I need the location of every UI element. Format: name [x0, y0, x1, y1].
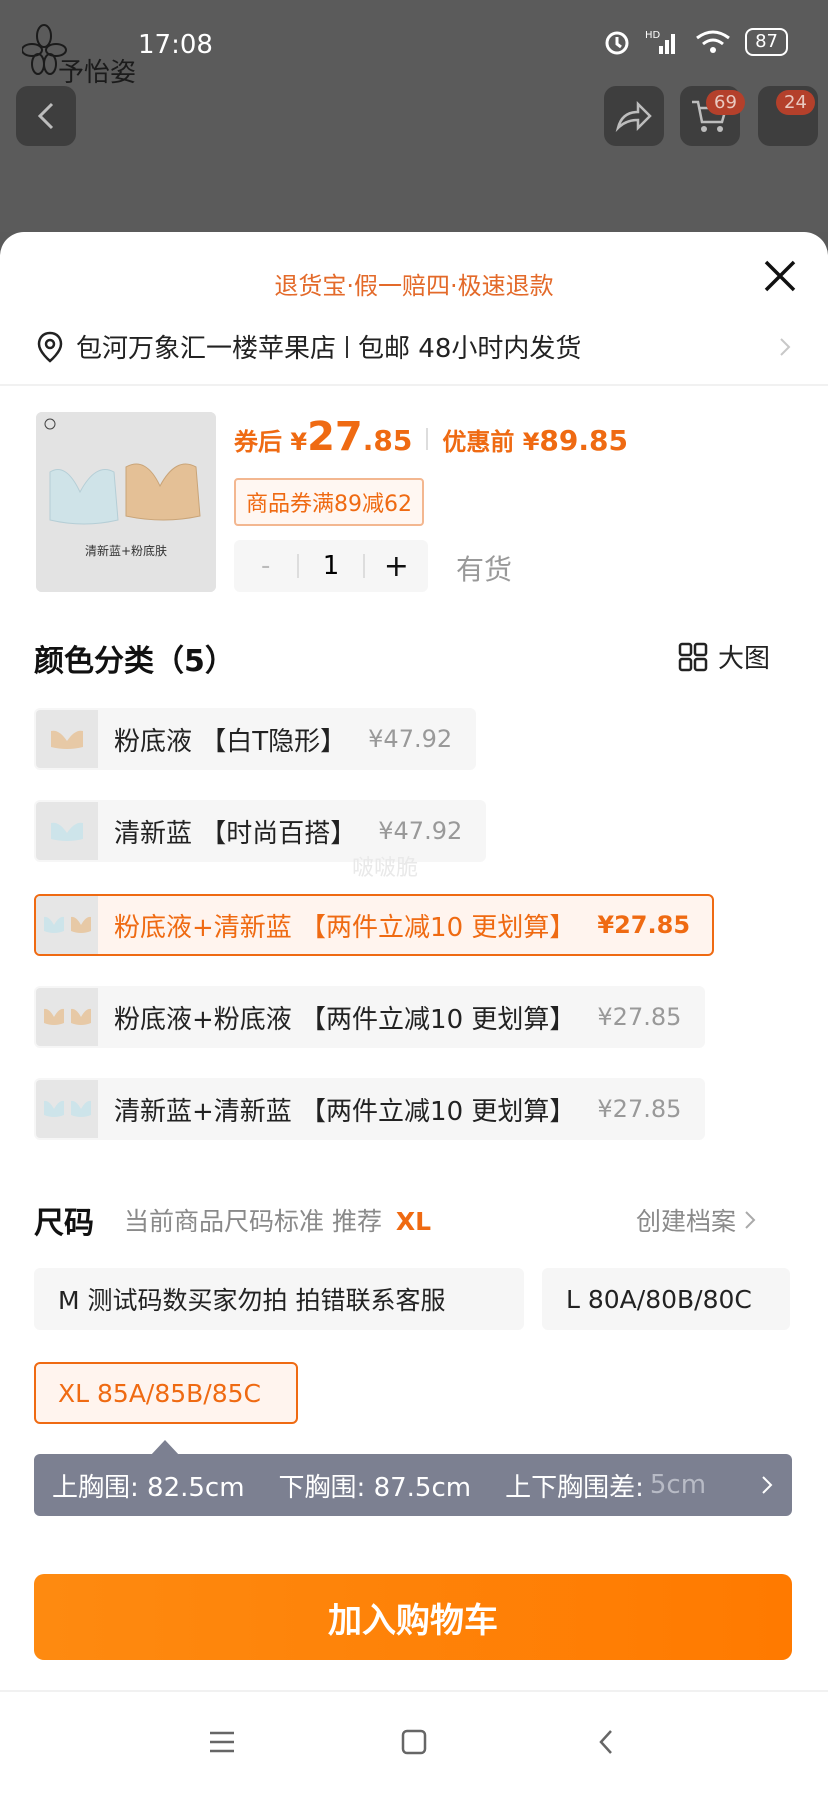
signal-icon: HD [645, 30, 676, 54]
svg-text:HD: HD [645, 30, 661, 41]
color-swatch-image [36, 988, 98, 1046]
under-bust-measure: 下胸围: 87.5cm [278, 1472, 472, 1503]
bra-thumbnail-icon [70, 916, 91, 933]
watermark-text: 啵啵脆 [352, 856, 419, 881]
upper-bust-measure: 上胸围: 82.5cm [52, 1472, 245, 1503]
alarm-icon [605, 31, 629, 55]
color-option-price: ¥27.85 [597, 1003, 682, 1031]
close-icon [764, 260, 796, 292]
address-separator [346, 335, 349, 358]
bra-thumbnail-icon [70, 1008, 91, 1025]
bra-thumbnail-icon [51, 822, 83, 841]
product-image [36, 412, 216, 592]
size-option-selected[interactable]: XL 85A/85B/85C [34, 1362, 298, 1424]
battery-indicator: 87 [745, 28, 788, 56]
status-time: 17:08 [138, 30, 213, 60]
after-coupon-price-int: 27 [307, 414, 363, 460]
share-icon [615, 100, 652, 132]
color-option-selected[interactable]: 粉底液+清新蓝 【两件立减10 更划算】 ¥27.85 [34, 894, 715, 956]
bra-thumbnail-icon [43, 1100, 64, 1117]
brand-name: 予怡姿 [58, 58, 137, 88]
price-row: 券后 ¥ 27 .85 优惠前 ¥ 89.85 [234, 414, 628, 460]
menu-icon[interactable] [208, 1730, 236, 1754]
big-image-toggle[interactable]: 大图 [678, 638, 770, 675]
bust-difference-value: 5cm [649, 1470, 707, 1500]
color-option[interactable]: 清新蓝+清新蓝 【两件立减10 更划算】 ¥27.85 [34, 1078, 706, 1140]
color-swatch-image [36, 802, 98, 860]
color-swatch-image [36, 1080, 98, 1138]
stock-status: 有货 [456, 553, 513, 586]
shipping-text: 包邮 48小时内发货 [358, 334, 582, 364]
location-pin-icon [37, 331, 63, 363]
big-image-label: 大图 [718, 644, 771, 674]
cart-count-badge: 69 [706, 90, 745, 115]
product-thumbnail[interactable]: 清新蓝+粉底肤 [36, 412, 216, 592]
back-icon[interactable] [596, 1728, 616, 1756]
chevron-right-icon [780, 337, 791, 356]
quantity-increase-button[interactable]: + [365, 549, 428, 584]
service-banner: 退货宝·假一赔四·极速退款 [274, 272, 554, 300]
add-to-cart-button[interactable]: 加入购物车 [34, 1574, 792, 1660]
bra-thumbnail-icon [70, 1100, 91, 1117]
quantity-value[interactable]: 1 [299, 551, 362, 581]
color-option-price: ¥47.92 [378, 817, 463, 845]
size-option[interactable]: M 测试码数买家勿拍 拍错联系客服 [34, 1268, 524, 1330]
color-option-price: ¥47.92 [368, 725, 453, 753]
chevron-left-icon [37, 102, 54, 130]
home-icon[interactable] [400, 1728, 428, 1756]
before-discount-price: 89.85 [539, 424, 628, 457]
size-hint-text: 当前商品尺码标准 推荐 [124, 1207, 382, 1236]
thumbnail-caption: 清新蓝+粉底肤 [84, 544, 168, 558]
color-swatch-image [36, 710, 98, 768]
share-button[interactable] [604, 86, 664, 146]
color-section-title: 颜色分类（5） [34, 644, 235, 679]
quantity-decrease-button[interactable]: - [234, 551, 297, 581]
back-button[interactable] [16, 86, 76, 146]
quantity-stepper: - 1 + [234, 540, 428, 592]
system-nav-bar [0, 1690, 828, 1796]
create-profile-link[interactable]: 创建档案 [636, 1202, 756, 1238]
price-separator [426, 428, 429, 450]
address-text: 包河万象汇一楼苹果店 [76, 334, 337, 364]
create-profile-label: 创建档案 [636, 1207, 737, 1236]
bra-thumbnail-icon [43, 1008, 64, 1025]
after-coupon-price-dec: .85 [362, 424, 413, 457]
color-option-price: ¥27.85 [597, 1095, 682, 1123]
color-option-price: ¥27.85 [597, 911, 691, 939]
color-option-name: 清新蓝 【时尚百搭】 [114, 818, 357, 849]
bra-thumbnail-icon [43, 916, 64, 933]
size-measure-bar[interactable]: 上胸围: 82.5cm 下胸围: 87.5cm 上下胸围差: 5cm [34, 1454, 792, 1516]
color-option-name: 粉底液 【白T隐形】 [114, 726, 347, 757]
close-button[interactable] [760, 256, 800, 296]
size-section-title: 尺码 [34, 1206, 94, 1241]
color-swatch-image [36, 896, 98, 954]
color-option[interactable]: 粉底液 【白T隐形】 ¥47.92 [34, 708, 477, 770]
bust-difference-label: 上下胸围差: [505, 1472, 644, 1503]
size-standard-hint: 当前商品尺码标准 推荐 XL [124, 1202, 431, 1238]
chevron-right-icon [762, 1476, 773, 1494]
status-icons: HD 87 [603, 28, 788, 56]
color-option-name: 粉底液+清新蓝 【两件立减10 更划算】 [114, 912, 576, 943]
bra-thumbnail-icon [51, 730, 83, 749]
color-option[interactable]: 粉底液+粉底液 【两件立减10 更划算】 ¥27.85 [34, 986, 706, 1048]
address-row[interactable]: 包河万象汇一楼苹果店 包邮 48小时内发货 [36, 328, 792, 365]
grid-icon [678, 642, 708, 671]
message-count-badge: 24 [776, 90, 815, 115]
size-option[interactable]: L 80A/80B/80C [542, 1268, 790, 1330]
color-option-name: 清新蓝+清新蓝 【两件立减10 更划算】 [114, 1096, 576, 1127]
chevron-right-icon [745, 1211, 756, 1229]
coupon-tag: 商品券满89减62 [234, 478, 424, 526]
color-option-name: 粉底液+粉底液 【两件立减10 更划算】 [114, 1004, 576, 1035]
divider [0, 384, 828, 386]
wifi-icon [696, 30, 730, 53]
after-coupon-label: 券后 ¥ [234, 428, 308, 456]
color-option[interactable]: 清新蓝 【时尚百搭】 ¥47.92 [34, 800, 487, 862]
before-discount-label: 优惠前 ¥ [442, 428, 540, 456]
recommended-size: XL [395, 1207, 432, 1236]
